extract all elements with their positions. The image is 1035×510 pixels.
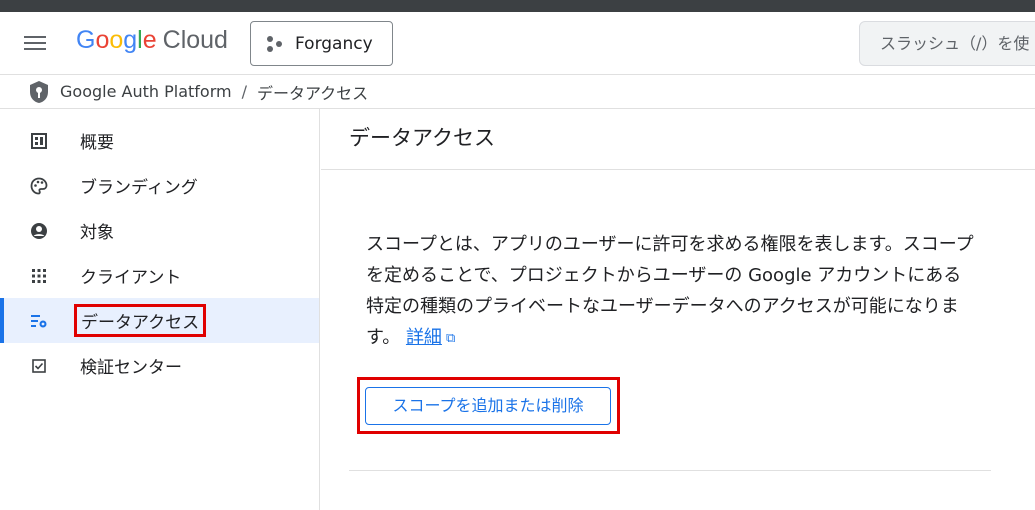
details-link[interactable]: 詳細 [406, 327, 442, 348]
external-link-icon: ⧉ [445, 331, 456, 346]
project-dots-icon [267, 35, 285, 52]
breadcrumb-separator: / [241, 82, 247, 101]
sidebar-item-overview[interactable]: 概要 [0, 118, 319, 163]
sidebar-item-data-access[interactable]: データアクセス [0, 298, 319, 343]
add-remove-scopes-button[interactable]: スコープを追加または削除 [365, 387, 611, 425]
hamburger-menu-icon[interactable] [22, 32, 48, 54]
sidebar-item-label: 検証センター [80, 358, 182, 378]
description-text: スコープとは、アプリのユーザーに許可を求める権限を表します。スコープを定めること… [366, 234, 974, 348]
breadcrumb: Google Auth Platform / データアクセス [0, 74, 1035, 109]
apps-grid-icon [30, 267, 48, 285]
project-name: Forgancy [295, 33, 373, 54]
sidebar-item-audience[interactable]: 対象 [0, 208, 319, 253]
palette-icon [30, 177, 48, 195]
sidebar-item-clients[interactable]: クライアント [0, 253, 319, 298]
project-selector-button[interactable]: Forgancy [250, 21, 393, 66]
data-settings-icon [30, 312, 48, 330]
sidebar-item-branding[interactable]: ブランディング [0, 163, 319, 208]
account-circle-icon [30, 222, 48, 240]
breadcrumb-root[interactable]: Google Auth Platform [60, 82, 232, 101]
google-cloud-logo[interactable]: Google Cloud [76, 26, 228, 55]
sidebar-item-label: 概要 [80, 133, 114, 153]
top-header: Google Cloud Forgancy スラッシュ（/）を使 [0, 12, 1035, 74]
main-content: データアクセス スコープとは、アプリのユーザーに許可を求める権限を表します。スコ… [321, 109, 1035, 510]
search-input[interactable]: スラッシュ（/）を使 [859, 21, 1035, 66]
checkbox-icon [30, 357, 48, 375]
highlight-box: スコープを追加または削除 [357, 377, 620, 434]
sidebar-item-label: 対象 [80, 223, 114, 243]
dashboard-icon [30, 132, 48, 150]
sidebar-item-verification-center[interactable]: 検証センター [0, 343, 319, 388]
sidebar: 概要 ブランディング 対象 クライアント データアクセス 検証センター [0, 109, 320, 510]
sidebar-item-label: ブランディング [80, 178, 198, 198]
page-title: データアクセス [321, 109, 1035, 170]
breadcrumb-current: データアクセス [256, 83, 369, 103]
scope-description: スコープとは、アプリのユーザーに許可を求める権限を表します。スコープを定めること… [366, 229, 976, 354]
sidebar-item-label: データアクセス [74, 304, 207, 337]
shield-keyhole-icon [30, 80, 48, 103]
sidebar-item-label: クライアント [80, 268, 182, 288]
window-top-bar [0, 0, 1035, 12]
section-divider [349, 470, 991, 471]
